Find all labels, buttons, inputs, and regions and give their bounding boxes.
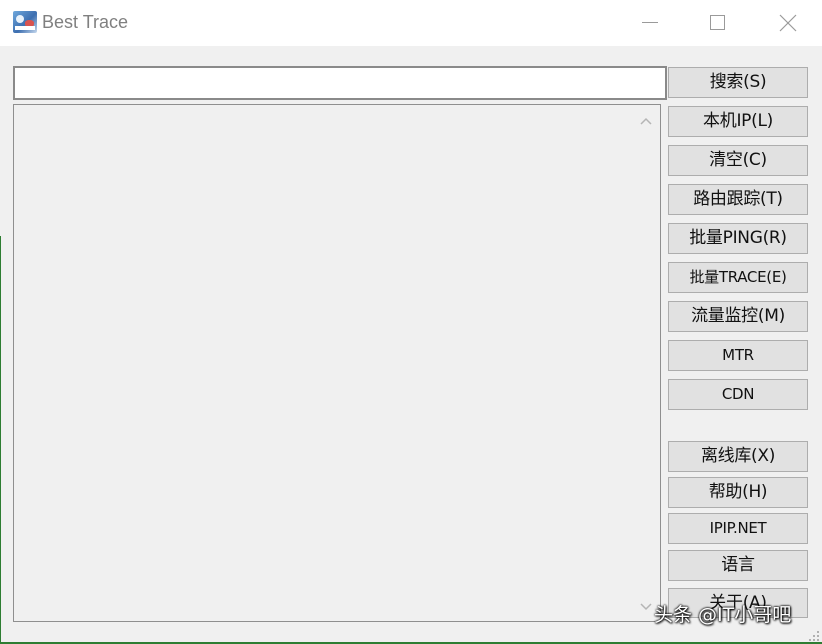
batch-ping-button[interactable]: 批量PING(R): [668, 223, 808, 254]
close-button[interactable]: [765, 0, 811, 46]
result-list[interactable]: [13, 104, 661, 622]
chevron-down-icon[interactable]: [638, 601, 654, 613]
mtr-button[interactable]: MTR: [668, 340, 808, 371]
title-bar[interactable]: Best Trace: [0, 0, 822, 46]
cdn-button[interactable]: CDN: [668, 379, 808, 410]
traceroute-button[interactable]: 路由跟踪(T): [668, 184, 808, 215]
app-window: Best Trace 搜索(S) 本机IP(L) 清空(C) 路由跟踪(T) 批…: [0, 0, 822, 644]
local-ip-button[interactable]: 本机IP(L): [668, 106, 808, 137]
resize-grip-icon[interactable]: [808, 630, 820, 642]
minimize-icon: [642, 22, 658, 23]
vertical-scrollbar[interactable]: [632, 105, 660, 621]
close-icon: [779, 14, 797, 32]
clear-button[interactable]: 清空(C): [668, 145, 808, 176]
search-input[interactable]: [13, 66, 667, 100]
traffic-monitor-button[interactable]: 流量监控(M): [668, 301, 808, 332]
offline-db-button[interactable]: 离线库(X): [668, 441, 808, 472]
window-edge: [0, 236, 1, 644]
language-button[interactable]: 语言: [668, 550, 808, 581]
search-button[interactable]: 搜索(S): [668, 67, 808, 98]
app-icon[interactable]: [13, 11, 37, 33]
minimize-button[interactable]: [626, 0, 672, 46]
ipip-net-button[interactable]: IPIP.NET: [668, 513, 808, 544]
help-button[interactable]: 帮助(H): [668, 477, 808, 508]
watermark-text: 头条 @IT小哥吧: [654, 604, 792, 626]
window-title: Best Trace: [42, 12, 129, 32]
chevron-up-icon[interactable]: [638, 115, 654, 127]
maximize-icon: [710, 15, 725, 30]
batch-trace-button[interactable]: 批量TRACE(E): [668, 262, 808, 293]
maximize-button[interactable]: [694, 0, 740, 46]
